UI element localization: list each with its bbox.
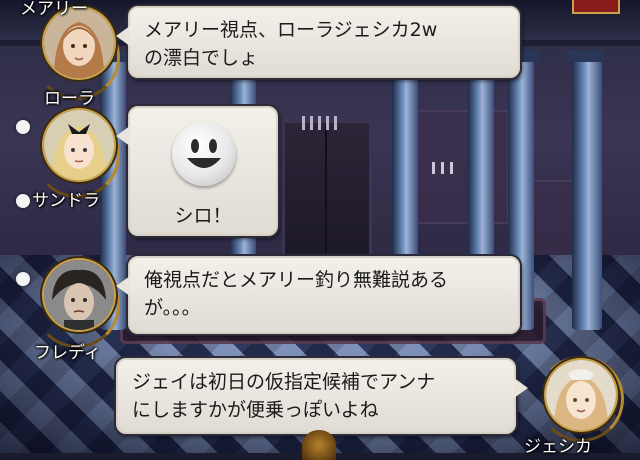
jessica-portrait-icon xyxy=(546,360,616,430)
speaker-name-laura: ローラ xyxy=(44,89,95,109)
avatar-jessica[interactable] xyxy=(546,360,616,430)
speaker-name-freddie: フレディ xyxy=(34,343,101,363)
chat-text-line: にしますかが便乗っぽいよね xyxy=(132,399,379,421)
wall-sconce xyxy=(430,150,456,174)
menu-corner-ornament xyxy=(572,0,620,14)
double-door xyxy=(282,120,372,266)
chat-text-line: メアリー視点、ローラジェシカ2w xyxy=(144,19,438,41)
chat-bubble-freddie: 俺視点だとメアリー釣り無難説ある が。。。 xyxy=(116,256,520,334)
freddie-portrait-icon xyxy=(44,260,114,330)
chat-text-line: の漂白でしょ xyxy=(144,47,259,69)
indicator-dot xyxy=(16,272,30,286)
speaker-name-sandra: サンドラ xyxy=(32,191,100,211)
bottom-ornament xyxy=(302,430,336,460)
speaker-name-jessica: ジェシカ xyxy=(524,437,592,457)
avatar-freddie[interactable] xyxy=(44,260,114,330)
smiley-face-icon xyxy=(172,122,236,186)
chat-text-line: 俺視点だとメアリー釣り無難説ある xyxy=(144,269,449,291)
stamp-caption: シロ！ xyxy=(174,205,232,227)
chat-bubble-laura: メアリー視点、ローラジェシカ2w の漂白でしょ xyxy=(116,6,520,78)
speaker-name-top: メアリー xyxy=(20,0,88,19)
sandra-portrait-icon xyxy=(44,110,114,180)
avatar-sandra[interactable] xyxy=(44,110,114,180)
indicator-dot xyxy=(16,194,30,208)
pillar xyxy=(566,50,604,330)
chat-text-line: ジェイは初日の仮指定候補でアンナ xyxy=(132,371,436,393)
indicator-dot xyxy=(16,120,30,134)
chat-bubble-jessica: ジェイは初日の仮指定候補でアンナ にしますかが便乗っぽいよね xyxy=(116,358,528,434)
chat-text-line: が。。。 xyxy=(144,297,201,319)
chandelier xyxy=(300,100,340,130)
